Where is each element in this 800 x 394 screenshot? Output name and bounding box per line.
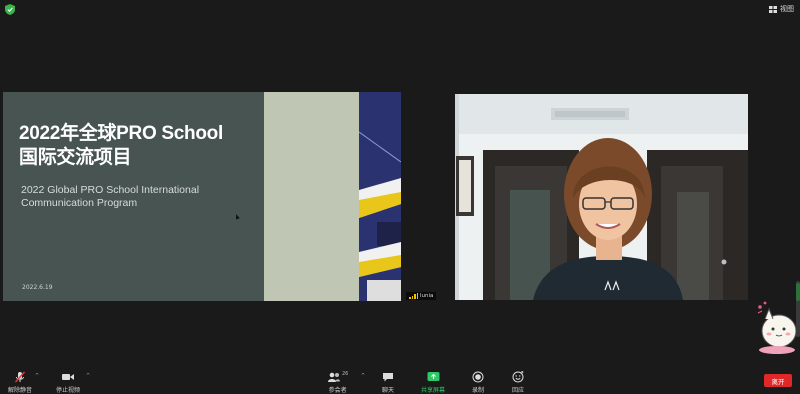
reactions-button[interactable]: 回应 [512, 371, 524, 394]
chat-button[interactable]: 聊天 [382, 371, 394, 394]
slide-date: 2022.6.19 [22, 284, 53, 291]
shared-screen-slide[interactable]: 2022年全球PRO School 国际交流项目 2022 Global PRO… [3, 92, 401, 301]
muted-microphone-icon [14, 371, 26, 383]
mute-button[interactable]: 解除静音 [8, 371, 32, 394]
chat-bubble-icon [383, 373, 393, 382]
participant-video[interactable] [455, 94, 748, 300]
mouse-cursor-icon [234, 213, 240, 220]
mute-label: 解除静音 [8, 387, 33, 394]
slide-gray-panel [264, 92, 359, 301]
view-label: 视图 [780, 5, 794, 13]
share-screen-icon [427, 372, 439, 381]
participant-count: 26 [342, 371, 349, 377]
emoji-icon [512, 371, 524, 383]
stop-video-label: 停止视频 [56, 387, 81, 394]
stop-video-button[interactable]: 停止视频 [56, 371, 80, 394]
participants-icon [328, 372, 340, 382]
scrollbar-thumb[interactable] [796, 283, 800, 301]
record-icon [472, 371, 484, 383]
record-button[interactable]: 录制 [472, 371, 484, 394]
slide-title: 2022年全球PRO School 国际交流项目 [19, 123, 223, 168]
participants-button[interactable]: 26 参会者 [327, 371, 348, 394]
presenter-name-tag: lunia [406, 292, 437, 300]
signal-strength-icon [409, 293, 418, 299]
share-screen-button[interactable]: 共享屏幕 [421, 371, 445, 394]
mute-options-caret[interactable]: ^ [35, 373, 39, 379]
shield-icon[interactable] [5, 4, 15, 15]
reactions-label: 回应 [512, 387, 525, 394]
cat-sticker-icon [757, 301, 797, 354]
share-screen-label: 共享屏幕 [421, 387, 446, 394]
record-label: 录制 [472, 387, 485, 394]
video-camera-icon [62, 374, 74, 380]
presenter-name: lunia [420, 293, 434, 299]
chat-label: 聊天 [382, 387, 395, 394]
video-frame [455, 94, 748, 300]
participants-options-caret[interactable]: ^ [361, 373, 365, 379]
side-scrollbar[interactable] [796, 281, 800, 337]
slide-building-art [359, 92, 401, 301]
view-button[interactable]: 视图 [769, 3, 794, 15]
leave-meeting-button[interactable]: 离开 [764, 374, 792, 387]
slide-subtitle: 2022 Global PRO School International Com… [21, 184, 200, 209]
grid-icon [769, 5, 777, 13]
participants-label: 参会者 [328, 387, 347, 394]
meeting-window: 视图 2022年全球PRO School 国际交流项目 2022 Global … [0, 0, 800, 394]
video-options-caret[interactable]: ^ [86, 373, 90, 379]
